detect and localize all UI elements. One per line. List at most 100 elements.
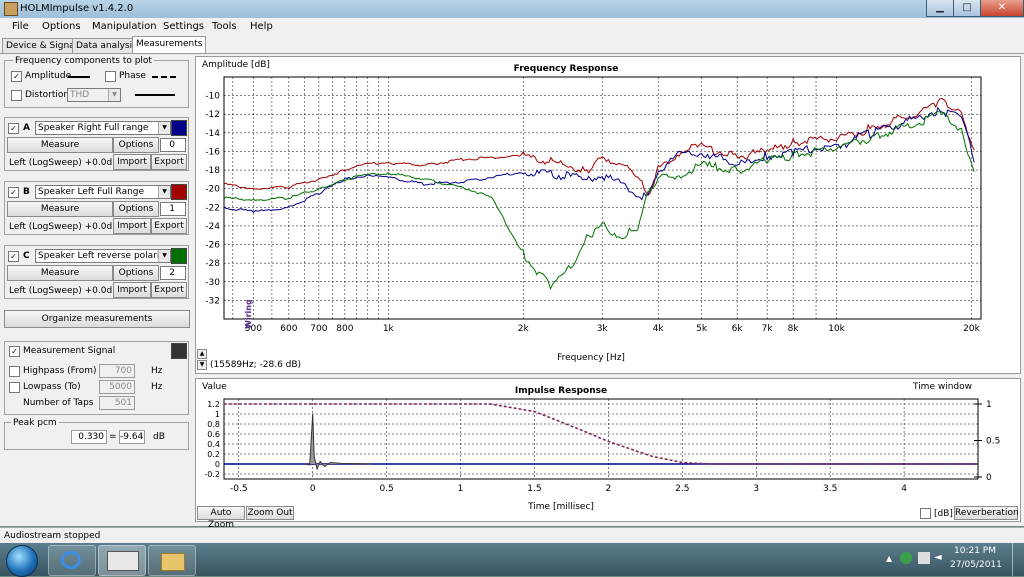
export-a-button[interactable]: Export bbox=[151, 154, 187, 170]
fr-x-tick-label: 20k bbox=[963, 324, 980, 334]
ir-x-tick-label: 0 bbox=[310, 484, 316, 494]
measurement-c-spin[interactable]: 2 bbox=[160, 266, 186, 280]
show-desktop-button[interactable] bbox=[1012, 543, 1024, 576]
fr-y-tick-label: -12 bbox=[205, 110, 220, 120]
measurement-a-spin[interactable]: 0 bbox=[160, 138, 186, 152]
measurement-b-color[interactable] bbox=[171, 184, 187, 200]
tab-device-signal[interactable]: Device & Signal bbox=[2, 38, 82, 53]
fr-scroll-up-icon[interactable]: ▲ bbox=[197, 349, 207, 359]
measurement-a-select[interactable]: Speaker Right Full range ▼ bbox=[35, 121, 171, 135]
ir-x-tick-label: 1 bbox=[458, 484, 464, 494]
db-label: [dB] bbox=[934, 509, 953, 519]
measurement-signal-group: ✓ Measurement Signal Highpass (From) 700… bbox=[4, 341, 189, 415]
import-a-button[interactable]: Import bbox=[113, 154, 151, 170]
tray-expand-icon[interactable]: ▲ bbox=[886, 554, 892, 563]
db-checkbox[interactable] bbox=[920, 508, 931, 519]
minimize-button[interactable]: ▁ bbox=[926, 0, 954, 17]
clock-time: 10:21 PM bbox=[954, 546, 996, 556]
taps-input[interactable]: 501 bbox=[99, 396, 135, 410]
measure-c-button[interactable]: Measure bbox=[7, 265, 113, 281]
measurement-c-checkbox[interactable]: ✓ bbox=[8, 251, 19, 262]
measurement-b-spin[interactable]: 1 bbox=[160, 202, 186, 216]
close-button[interactable]: ✕ bbox=[980, 0, 1024, 17]
lowpass-input[interactable]: 5000 bbox=[99, 380, 135, 394]
measurement-signal-color[interactable] bbox=[171, 343, 187, 359]
measurement-c-color[interactable] bbox=[171, 248, 187, 264]
import-c-button[interactable]: Import bbox=[113, 282, 151, 298]
ir-y-tick-label: -0.2 bbox=[204, 470, 220, 479]
measurement-a-signal: Left (LogSweep) +0.0dB bbox=[9, 158, 119, 168]
tray-network-icon[interactable] bbox=[900, 552, 912, 564]
frequency-response-panel[interactable]: -32 -30 -28 -26 -24 -22 -20 -18 -16 -14 -12 -10 500 6… bbox=[195, 56, 1021, 374]
fr-x-tick-label: 2k bbox=[518, 324, 530, 334]
fr-series-line-1 bbox=[223, 97, 975, 196]
tray-volume-icon[interactable]: ◄ bbox=[934, 552, 944, 564]
distortion-checkbox[interactable] bbox=[11, 90, 22, 101]
fr-x-tick-label: 4k bbox=[653, 324, 665, 334]
options-c-button[interactable]: Options bbox=[113, 265, 159, 281]
measurement-signal-checkbox[interactable]: ✓ bbox=[9, 346, 20, 357]
measure-a-button[interactable]: Measure bbox=[7, 137, 113, 153]
auto-zoom-button[interactable]: Auto Zoom bbox=[197, 506, 245, 530]
title-bar[interactable]: HOLMImpulse v1.4.2.0 ▁ □ ✕ bbox=[0, 0, 1024, 18]
amplitude-checkbox[interactable]: ✓ bbox=[11, 71, 22, 82]
menu-options[interactable]: Options bbox=[42, 21, 81, 32]
clock-date: 27/05/2011 bbox=[950, 560, 1002, 570]
highpass-unit: Hz bbox=[151, 366, 163, 376]
fr-x-tick-label: 5k bbox=[696, 324, 708, 334]
fr-x-tick-label: 3k bbox=[597, 324, 609, 334]
ir-y-tick-label: 0.6 bbox=[207, 430, 220, 439]
import-b-button[interactable]: Import bbox=[113, 218, 151, 234]
measure-b-button[interactable]: Measure bbox=[7, 201, 113, 217]
measurement-a-checkbox[interactable]: ✓ bbox=[8, 123, 19, 134]
tab-data-analysis[interactable]: Data analysis bbox=[72, 38, 141, 53]
fr-scroll-down-icon[interactable]: ▼ bbox=[197, 360, 207, 370]
ir-y2-tick-label: 0 bbox=[986, 473, 992, 483]
measurement-a-color[interactable] bbox=[171, 120, 187, 136]
fr-x-tick-label: 6k bbox=[732, 324, 744, 334]
menu-file[interactable]: File bbox=[12, 21, 29, 32]
export-c-button[interactable]: Export bbox=[151, 282, 187, 298]
impulse-response-panel[interactable]: -0.2 0 0.2 0.4 0.6 0.8 1 1.2 -0.5 0 0.5 1 1.5 2 2.5 3 3.… bbox=[195, 378, 1021, 530]
impulse-response-chart[interactable]: -0.200.20.40.60.811.2-0.5 0 0.5 1 1.5 2 2.5 3 3.… bbox=[196, 379, 1020, 521]
highpass-input[interactable]: 700 bbox=[99, 364, 135, 378]
ir-y2-tick-label: 0.5 bbox=[986, 437, 1000, 447]
phase-checkbox[interactable] bbox=[105, 71, 116, 82]
tray-monitor-icon[interactable] bbox=[918, 552, 930, 564]
menu-help[interactable]: Help bbox=[250, 21, 273, 32]
export-b-button[interactable]: Export bbox=[151, 218, 187, 234]
measurement-b-select[interactable]: Speaker Left Full Range ▼ bbox=[35, 185, 171, 199]
fr-y-label: Amplitude [dB] bbox=[202, 60, 270, 70]
ie-taskbar-icon[interactable] bbox=[48, 545, 96, 576]
measurement-c-select[interactable]: Speaker Left reverse polarity ▼ bbox=[35, 249, 171, 263]
distortion-label: Distortion bbox=[25, 90, 70, 100]
phase-line-style bbox=[152, 76, 176, 78]
highpass-checkbox[interactable] bbox=[9, 366, 20, 377]
fr-x-tick-label: 1k bbox=[383, 324, 395, 334]
menu-manipulation[interactable]: Manipulation bbox=[92, 21, 157, 32]
maximize-button[interactable]: □ bbox=[953, 0, 981, 17]
fr-cursor-readout: (15589Hz; -28.6 dB) bbox=[210, 360, 301, 370]
holmimpulse-taskbar-icon[interactable] bbox=[98, 545, 146, 576]
menu-tools[interactable]: Tools bbox=[212, 21, 237, 32]
explorer-taskbar-icon[interactable] bbox=[148, 545, 196, 576]
start-button[interactable] bbox=[6, 545, 38, 577]
options-a-button[interactable]: Options bbox=[113, 137, 159, 153]
fr-y-tick-label: -14 bbox=[205, 129, 220, 139]
fr-y-tick-label: -10 bbox=[205, 92, 220, 102]
measurement-b-checkbox[interactable]: ✓ bbox=[8, 187, 19, 198]
measurement-a-letter: A bbox=[23, 123, 30, 133]
options-b-button[interactable]: Options bbox=[113, 201, 159, 217]
zoom-out-button[interactable]: Zoom Out bbox=[246, 506, 294, 520]
reverberation-button[interactable]: Reverberation bbox=[954, 506, 1019, 520]
taps-label: Number of Taps bbox=[23, 398, 94, 408]
lowpass-checkbox[interactable] bbox=[9, 382, 20, 393]
frequency-response-chart[interactable]: -32-30-28-26-24-22-20-18-16-14-12-10500 6… bbox=[196, 57, 1020, 373]
frequency-components-group: Frequency components to plot ✓ Amplitude… bbox=[4, 56, 189, 108]
menu-settings[interactable]: Settings bbox=[163, 21, 204, 32]
measurement-c-group: ✓ C Speaker Left reverse polarity ▼ Measu… bbox=[4, 245, 189, 299]
distortion-type-select[interactable]: THD ▼ bbox=[67, 88, 121, 102]
measurement-a-group: ✓ A Speaker Right Full range ▼ Measure Op… bbox=[4, 117, 189, 171]
tab-measurements[interactable]: Measurements bbox=[132, 36, 207, 53]
organize-measurements-button[interactable]: Organize measurements bbox=[4, 310, 190, 328]
